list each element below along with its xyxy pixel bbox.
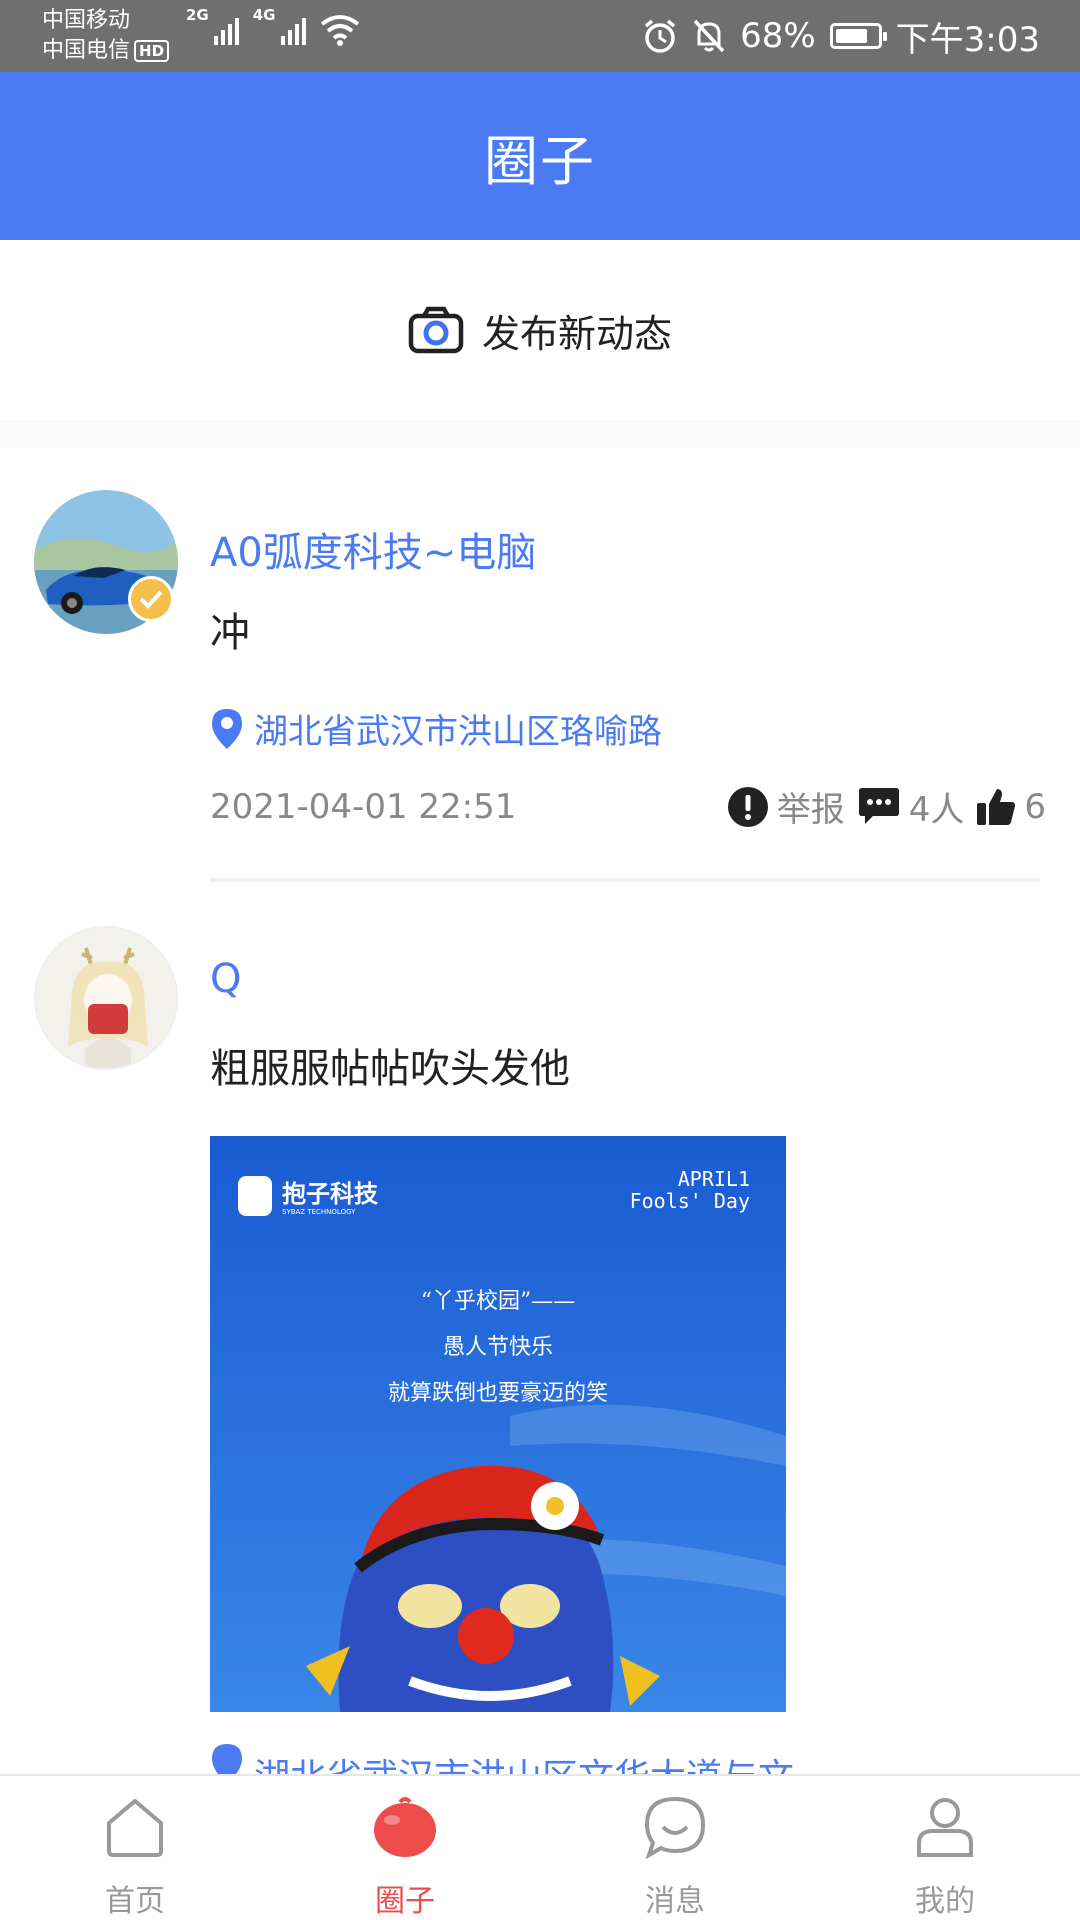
poster-line-2: 愚人节快乐 [443,1335,553,1360]
post-actions: 举报 4人 6 [727,782,1046,831]
carrier-1: 中国移动 [42,8,131,33]
signal-icon [280,18,306,45]
location-pin-icon [212,708,242,749]
anime-avatar-image [36,928,176,1068]
network-type-2: 4G [252,6,276,24]
like-count: 6 [1024,786,1046,827]
comment-button[interactable]: 4人 [857,782,965,831]
april-fools-poster: 抱子科技 SYBAZ TECHNOLOGY APRIL1 Fools' Day … [210,1136,786,1712]
poster-brand: 抱子科技 [282,1179,379,1208]
message-icon [644,1796,706,1859]
report-label: 举报 [776,790,845,830]
post-image[interactable]: 抱子科技 SYBAZ TECHNOLOGY APRIL1 Fools' Day … [210,1136,786,1712]
report-button[interactable]: 举报 [727,782,845,831]
poster-date-2: Fools' Day [630,1189,750,1213]
camera-icon [408,306,464,354]
tab-home[interactable]: 首页 [0,1776,270,1920]
tab-profile[interactable]: 我的 [810,1776,1080,1920]
battery-icon [829,23,887,49]
circle-icon [374,1797,436,1857]
bottom-tab-bar: 首页 圈子 消息 我的 [0,1774,1080,1920]
network-indicators: 2G 4G [186,6,360,46]
tab-profile-label: 我的 [915,1884,975,1919]
post-time: 2021-04-01 22:51 [210,786,517,827]
signal-icon [213,18,239,45]
network-type-1: 2G [186,6,209,24]
post-divider [210,878,1040,882]
post-author[interactable]: A0弧度科技~电脑 [210,520,536,578]
comment-count: 4人 [908,790,965,830]
poster-line-3: 就算跌倒也要豪迈的笑 [388,1381,608,1406]
status-right: 68% 下午3:03 [642,0,1040,72]
tab-home-label: 首页 [105,1884,165,1919]
battery-percent: 68% [740,16,816,56]
mute-bell-icon [693,19,725,53]
location-text: 湖北省武汉市洪山区珞喻路 [254,712,662,752]
publish-label: 发布新动态 [481,311,672,356]
section-gap [0,420,1080,448]
post-location[interactable]: 湖北省武汉市洪山区珞喻路 [210,704,662,753]
comment-icon [858,787,899,824]
post-text: 粗服服帖帖吹头发他 [210,1046,570,1092]
post-text: 冲 [210,610,250,656]
hd-badge: HD [134,40,170,62]
tab-circle-label: 圈子 [375,1884,435,1919]
page-title: 圈子 [484,129,596,193]
location-text: 湖北省武汉市洪山区文华大道与文 [254,1748,794,1774]
warning-icon [727,786,768,827]
tab-messages[interactable]: 消息 [540,1776,810,1920]
wifi-icon [320,15,359,46]
publish-new-post-button[interactable]: 发布新动态 [0,240,1080,420]
verified-badge-icon [128,576,174,622]
profile-icon [917,1798,973,1857]
poster-brand-sub: SYBAZ TECHNOLOGY [282,1208,356,1216]
post-author[interactable]: Q [210,956,241,1002]
tab-circle[interactable]: 圈子 [270,1776,540,1920]
avatar[interactable] [34,926,178,1070]
post-location-partial[interactable]: 湖北省武汉市洪山区文华大道与文 [210,1742,794,1774]
carrier-info: 中国移动 中国电信 HD [42,6,170,66]
post-meta: 2021-04-01 22:51 举报 4人 6 [210,782,1046,831]
clock: 下午3:03 [895,19,1040,60]
tab-messages-label: 消息 [645,1884,705,1919]
poster-line-1: “丫乎校园”—— [421,1289,576,1314]
alarm-icon [644,19,676,53]
poster-date-1: APRIL1 [678,1167,750,1191]
status-bar: 中国移动 中国电信 HD 2G 4G 68% 下午3:03 [0,0,1080,72]
like-button[interactable]: 6 [976,787,1046,827]
carrier-2: 中国电信 [42,38,131,63]
app-header: 圈子 [0,72,1080,240]
thumbs-up-icon [977,788,1016,825]
location-pin-icon [212,1744,242,1774]
home-icon [107,1799,163,1857]
